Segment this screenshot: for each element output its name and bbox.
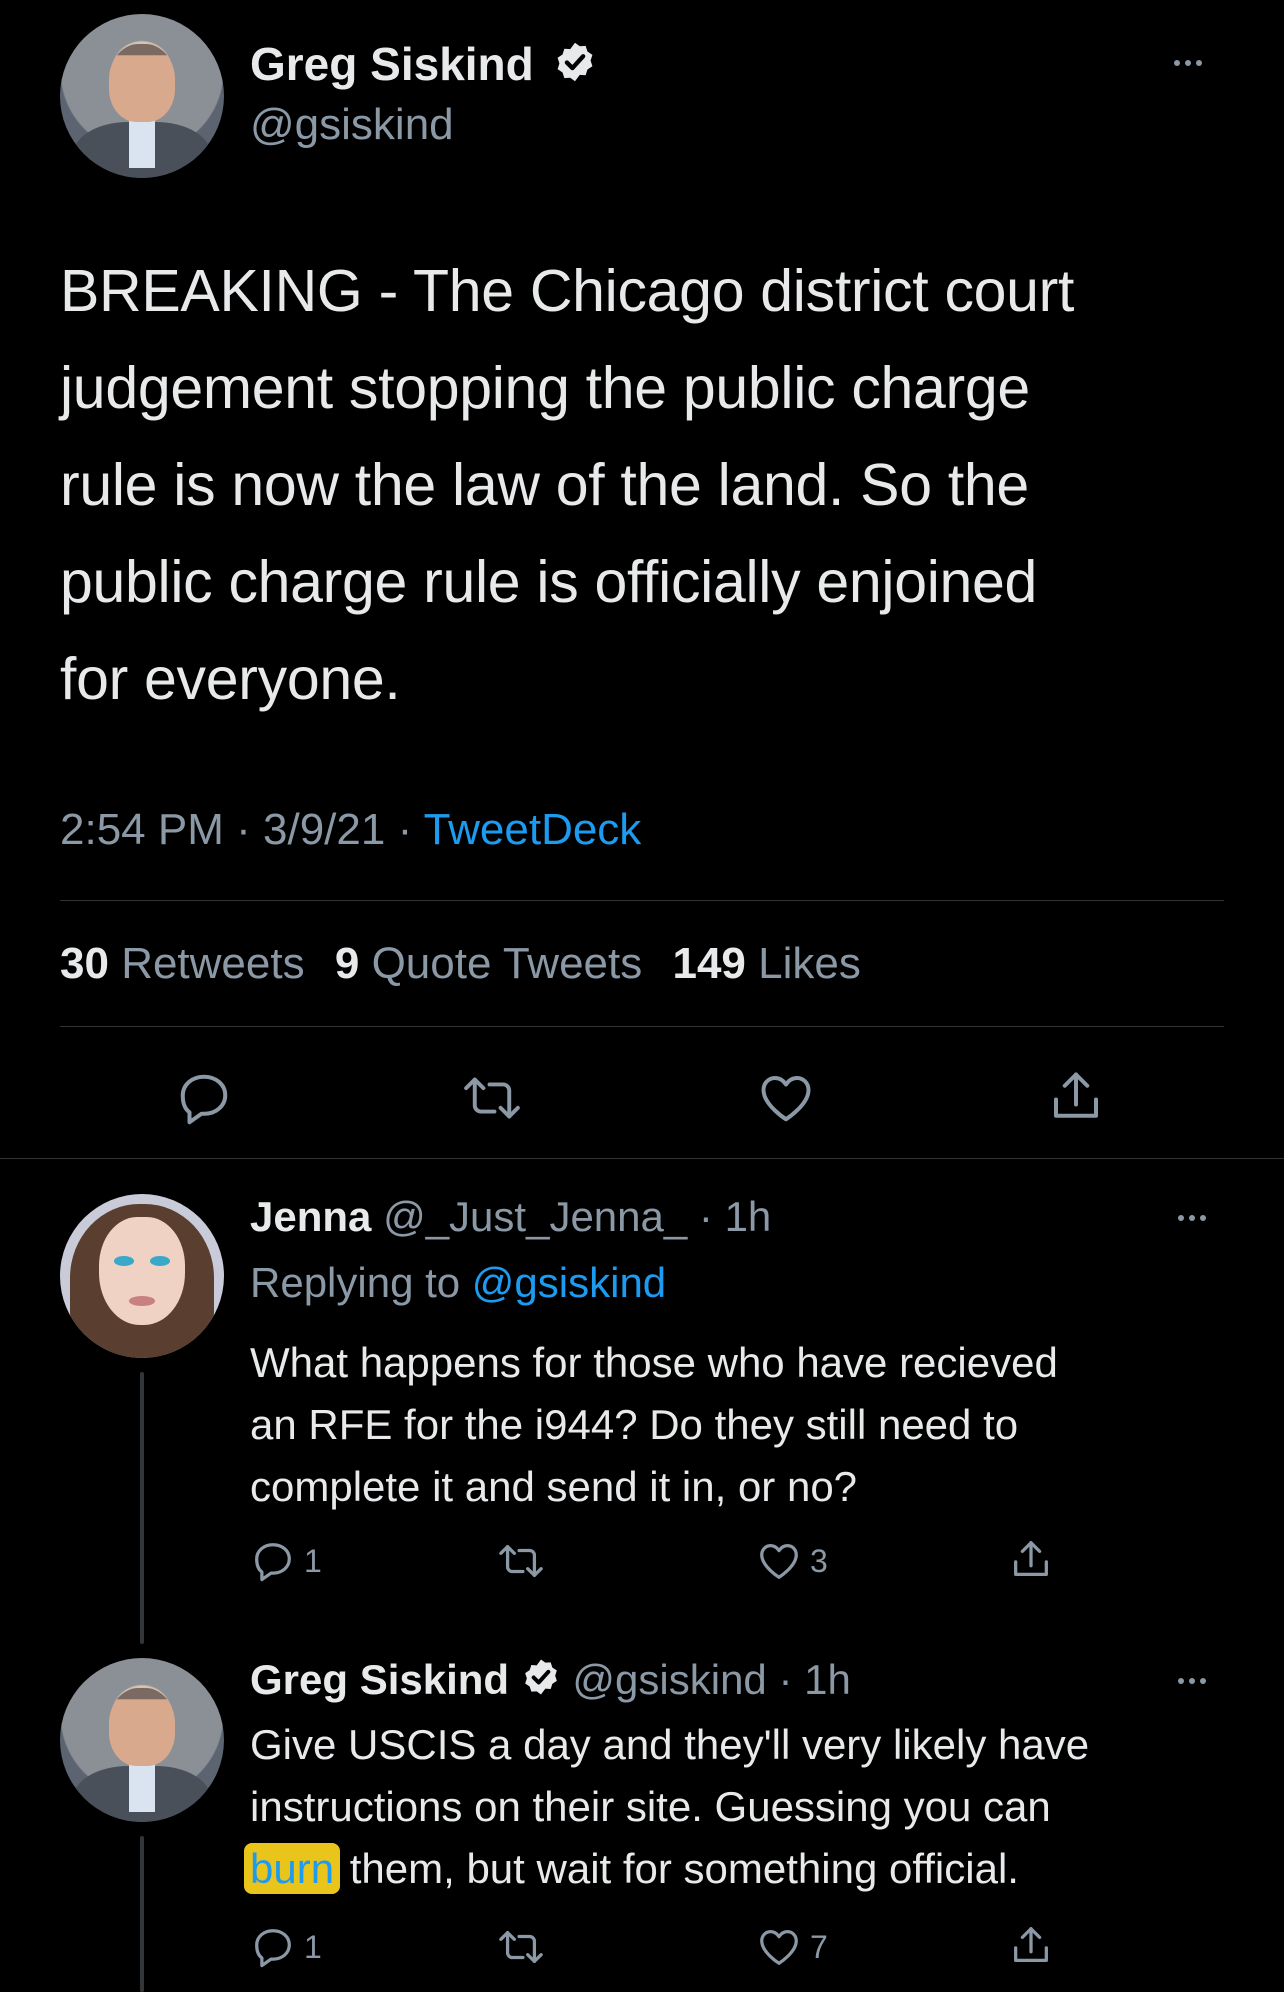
tweet-stats: 30 Retweets 9 Quote Tweets 149 Likes <box>60 937 861 991</box>
meta-separator: · <box>778 1656 793 1703</box>
retweet-icon[interactable] <box>460 1068 524 1128</box>
quotes-count: 9 <box>334 939 360 988</box>
reply-header: Jenna @_Just_Jenna_ · 1h <box>250 1188 771 1246</box>
reply-author-handle[interactable]: @_Just_Jenna_ <box>383 1193 687 1240</box>
more-options-icon[interactable] <box>1178 1215 1206 1221</box>
more-options-icon[interactable] <box>1174 60 1202 66</box>
reply-action-reply[interactable]: 1 <box>250 1924 322 1970</box>
avatar-shirt <box>128 118 156 169</box>
reply-text-line: burn them, but wait for something offici… <box>244 1838 1270 1900</box>
reply-time[interactable]: 1h <box>725 1193 772 1240</box>
reply-text: What happens for those who have recieved… <box>250 1332 1250 1518</box>
author-avatar[interactable] <box>60 14 224 178</box>
avatar-face <box>109 1687 175 1767</box>
divider <box>60 900 1224 901</box>
reply-header: Greg Siskind @gsiskind · 1h <box>250 1651 851 1712</box>
verified-badge-icon <box>521 1654 561 1712</box>
retweets-stat[interactable]: 30 Retweets <box>60 939 317 988</box>
reply-text: Give USCIS a day and they'll very likely… <box>244 1714 1270 1900</box>
retweet-icon <box>496 1538 546 1584</box>
like-count: 7 <box>810 1928 828 1965</box>
reply-time[interactable]: 1h <box>804 1656 851 1703</box>
likes-stat[interactable]: 149 Likes <box>672 939 860 988</box>
reply-action-share[interactable] <box>1008 1922 1054 1970</box>
avatar-eye <box>150 1256 170 1267</box>
replying-to: Replying to @gsiskind <box>250 1254 666 1312</box>
heart-icon <box>756 1538 802 1584</box>
avatar-face <box>109 43 175 123</box>
retweet-icon <box>496 1924 546 1970</box>
meta-separator: · <box>698 1193 713 1240</box>
avatar-eye <box>114 1256 134 1267</box>
tweet-text-line: judgement stopping the public charge <box>60 355 1030 421</box>
reply-action-like[interactable]: 3 <box>756 1538 828 1584</box>
quotes-label: Quote Tweets <box>371 939 643 988</box>
avatar-shirt <box>128 1762 156 1813</box>
reply-author-name[interactable]: Jenna <box>250 1193 371 1240</box>
reply-action-share[interactable] <box>1008 1536 1054 1584</box>
share-icon <box>1008 1922 1054 1970</box>
highlighted-word: burn <box>244 1843 341 1894</box>
reply-avatar[interactable] <box>60 1658 224 1822</box>
quotes-stat[interactable]: 9 Quote Tweets <box>335 939 655 988</box>
tweet-time[interactable]: 2:54 PM <box>60 805 224 854</box>
tweet-source-link[interactable]: TweetDeck <box>424 805 642 854</box>
divider <box>0 1158 1284 1159</box>
reply-action-retweet[interactable] <box>496 1924 546 1970</box>
reply-avatar[interactable] <box>60 1194 224 1358</box>
verified-badge-icon <box>553 40 597 96</box>
more-options-icon[interactable] <box>1178 1678 1206 1684</box>
share-icon <box>1008 1536 1054 1584</box>
reply-text-line: Give USCIS a day and they'll very likely… <box>250 1721 1090 1768</box>
meta-separator: · <box>397 805 413 854</box>
reply-text-line: What happens for those who have recieved <box>250 1339 1058 1386</box>
likes-count: 149 <box>672 939 746 988</box>
thread-line <box>140 1836 144 1992</box>
avatar-lips <box>128 1295 156 1306</box>
reply-text-line: complete it and send it in, or no? <box>250 1463 858 1510</box>
divider <box>60 1026 1224 1027</box>
tweet-text-line: rule is now the law of the land. So the <box>60 452 1029 518</box>
reply-text-line: an RFE for the i944? Do they still need … <box>250 1401 1019 1448</box>
author-handle[interactable]: @gsiskind <box>250 98 454 152</box>
reply-action-retweet[interactable] <box>496 1538 546 1584</box>
reply-count: 1 <box>304 1928 322 1965</box>
reply-text-after-highlight: them, but wait for something official. <box>349 1845 1019 1892</box>
share-icon[interactable] <box>1046 1066 1106 1128</box>
likes-label: Likes <box>758 939 861 988</box>
tweet-meta: 2:54 PM · 3/9/21 · TweetDeck <box>60 803 641 857</box>
replying-to-handle[interactable]: @gsiskind <box>472 1259 666 1306</box>
heart-icon[interactable] <box>756 1068 816 1128</box>
tweet-date[interactable]: 3/9/21 <box>263 805 385 854</box>
reply-icon <box>250 1924 296 1970</box>
reply-action-like[interactable]: 7 <box>756 1924 828 1970</box>
avatar-face <box>99 1216 185 1326</box>
tweet-text: BREAKING - The Chicago district court ju… <box>60 243 1240 728</box>
like-count: 3 <box>810 1542 828 1579</box>
author-header: Greg Siskind <box>250 36 597 96</box>
author-name[interactable]: Greg Siskind <box>250 38 534 90</box>
heart-icon <box>756 1924 802 1970</box>
tweet-text-line: BREAKING - The Chicago district court <box>60 258 1075 324</box>
reply-count: 1 <box>304 1542 322 1579</box>
replying-prefix: Replying to <box>250 1259 461 1306</box>
retweets-label: Retweets <box>121 939 305 988</box>
tweet-text-line: for everyone. <box>60 646 401 712</box>
reply-author-name[interactable]: Greg Siskind <box>250 1656 509 1703</box>
reply-text-line: instructions on their site. Guessing you… <box>250 1783 1051 1830</box>
reply-icon <box>250 1538 296 1584</box>
reply-author-handle[interactable]: @gsiskind <box>572 1656 766 1703</box>
tweet-text-line: public charge rule is officially enjoine… <box>60 549 1038 615</box>
thread-line <box>140 1372 144 1644</box>
meta-separator: · <box>236 805 251 854</box>
reply-icon[interactable] <box>174 1068 234 1128</box>
reply-action-reply[interactable]: 1 <box>250 1538 322 1584</box>
retweets-count: 30 <box>60 939 109 988</box>
